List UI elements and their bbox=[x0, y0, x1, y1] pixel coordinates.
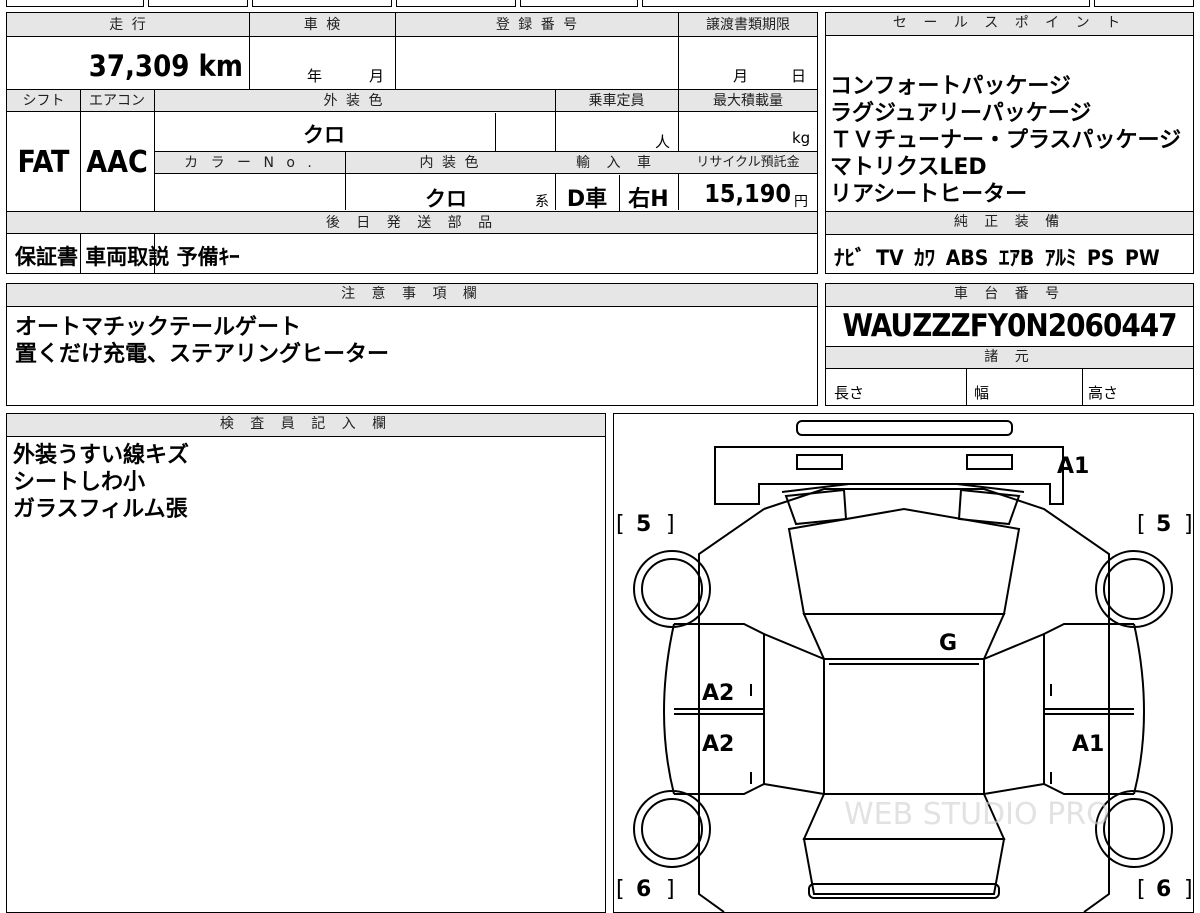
recycle-value: 15,190 bbox=[704, 179, 791, 208]
note-line: オートマチックテールゲート bbox=[15, 315, 302, 340]
notes-panel: 注 意 事 項 欄 オートマチックテールゲート 置くだけ充電、ステアリングヒータ… bbox=[6, 283, 818, 406]
aircon-label: エアコン bbox=[89, 93, 145, 109]
car-diagram: A1 G A2 A2 A1 [ 5 ] [ 5 ] [ 6 ] [ 6 ] WE… bbox=[616, 420, 1193, 912]
width-label: 幅 bbox=[974, 384, 990, 402]
tire-rear-left-value: 6 bbox=[636, 877, 651, 902]
tire-rear-right-value: 6 bbox=[1156, 877, 1171, 902]
inspector-title: 検 査 員 記 入 欄 bbox=[7, 414, 605, 437]
transfer-deadline-label: 譲渡書類期限 bbox=[706, 17, 790, 33]
mark-left-front-door: A2 bbox=[702, 681, 734, 706]
mark-roof: G bbox=[939, 631, 957, 656]
recycle-label: リサイクル預託金 bbox=[696, 155, 800, 170]
inspector-line: シートしわ小 bbox=[13, 470, 146, 495]
genuine-equipment-value: ﾅﾋﾞ TV ｶﾜ ABS ｴｱB ｱﾙﾐ PS PW bbox=[834, 246, 1160, 270]
sales-point-item: マトリクスLED bbox=[830, 155, 987, 180]
interior-color-label: 内 装 色 bbox=[419, 155, 481, 171]
chassis-number: WAUZZZFY0N2060447 bbox=[842, 308, 1177, 344]
exterior-color-label: 外 装 色 bbox=[323, 93, 385, 109]
vehicle-info-table: 走 行 車 検 登 録 番 号 譲渡書類期限 37,309 km 年 月 月 日… bbox=[6, 12, 818, 274]
mark-left-rear-door: A2 bbox=[702, 732, 734, 757]
sales-point-item: ＴＶチューナー・プラスパッケージ bbox=[830, 128, 1182, 153]
inspection-year: 年 bbox=[307, 67, 323, 85]
sales-points-panel: セ ー ル ス ポ イ ン ト コンフォートパッケージ ラグジュアリーパッケージ… bbox=[825, 12, 1194, 212]
length-label: 長さ bbox=[834, 384, 865, 402]
inspector-line: ガラスフィルム張 bbox=[13, 497, 188, 522]
later-parts-label: 後 日 発 送 部 品 bbox=[325, 215, 499, 231]
notes-title: 注 意 事 項 欄 bbox=[7, 284, 817, 307]
car-diagram-panel: A1 G A2 A2 A1 [ 5 ] [ 5 ] [ 6 ] [ 6 ] WE… bbox=[613, 413, 1194, 913]
interior-suffix: 系 bbox=[535, 194, 549, 210]
aircon-value: AAC bbox=[86, 145, 148, 180]
watermark: WEB STUDIO PRO bbox=[844, 797, 1110, 832]
tire-front-right-open: [ bbox=[1137, 512, 1146, 537]
transfer-month: 月 bbox=[733, 67, 749, 85]
max-load-unit: kg bbox=[792, 129, 811, 147]
inspection-label: 車 検 bbox=[303, 17, 343, 33]
tire-front-right-close: ] bbox=[1184, 512, 1193, 537]
genuine-equipment-panel: 純 正 装 備 ﾅﾋﾞ TV ｶﾜ ABS ｴｱB ｱﾙﾐ PS PW bbox=[825, 211, 1194, 274]
mileage-label: 走 行 bbox=[109, 17, 148, 33]
tire-front-left-close: ] bbox=[666, 512, 675, 537]
import-type: D車 bbox=[566, 187, 608, 212]
steering: 右H bbox=[628, 187, 669, 212]
mark-front-right: A1 bbox=[1057, 454, 1089, 479]
shift-label: シフト bbox=[22, 93, 65, 109]
sales-points-title: セ ー ル ス ポ イ ン ト bbox=[826, 13, 1193, 36]
mileage-value: 37,309 km bbox=[88, 49, 243, 83]
recycle-unit: 円 bbox=[794, 194, 808, 210]
tire-front-left-value: 5 bbox=[636, 512, 651, 537]
notes-lines: オートマチックテールゲート 置くだけ充電、ステアリングヒーター bbox=[15, 314, 389, 368]
tire-front-right-value: 5 bbox=[1156, 512, 1171, 537]
tire-rear-right-open: [ bbox=[1137, 877, 1146, 902]
tire-rear-right-close: ] bbox=[1184, 877, 1193, 902]
capacity-unit: 人 bbox=[655, 133, 671, 151]
specs-title: 諸 元 bbox=[826, 347, 1193, 369]
import-label: 輸 入 車 bbox=[576, 155, 657, 171]
inspector-lines: 外装うすい線キズ シートしわ小 ガラスフィルム張 bbox=[13, 442, 189, 523]
transfer-day: 日 bbox=[791, 67, 807, 85]
tire-rear-left-close: ] bbox=[666, 877, 675, 902]
height-label: 高さ bbox=[1088, 384, 1119, 402]
chassis-panel: 車 台 番 号 WAUZZZFY0N2060447 諸 元 長さ 幅 高さ bbox=[825, 283, 1194, 406]
chassis-title: 車 台 番 号 bbox=[826, 284, 1193, 307]
sales-point-item: ラグジュアリーパッケージ bbox=[830, 101, 1092, 126]
sales-point-item: リアシートヒーター bbox=[830, 182, 1028, 207]
shift-value: FAT bbox=[17, 145, 70, 180]
inspection-month: 月 bbox=[369, 67, 385, 85]
note-line: 置くだけ充電、ステアリングヒーター bbox=[15, 342, 390, 367]
genuine-equipment-title: 純 正 装 備 bbox=[826, 212, 1193, 235]
registration-label: 登 録 番 号 bbox=[495, 17, 580, 33]
inspector-panel: 検 査 員 記 入 欄 外装うすい線キズ シートしわ小 ガラスフィルム張 bbox=[6, 413, 606, 913]
max-load-label: 最大積載量 bbox=[713, 93, 783, 109]
later-parts-value: 保証書 車両取説 予備ｷｰ bbox=[15, 245, 240, 269]
inspector-line: 外装うすい線キズ bbox=[13, 443, 190, 468]
interior-color-value: クロ bbox=[425, 187, 467, 211]
top-cutoff-row bbox=[0, 0, 1200, 7]
sales-points-list: コンフォートパッケージ ラグジュアリーパッケージ ＴＶチューナー・プラスパッケー… bbox=[830, 73, 1193, 208]
sales-point-item: コンフォートパッケージ bbox=[830, 74, 1071, 99]
color-no-label: カ ラ ー N o . bbox=[184, 155, 316, 171]
capacity-label: 乗車定員 bbox=[588, 93, 645, 109]
tire-front-left-label: [ bbox=[616, 512, 625, 537]
mark-right-rear-door: A1 bbox=[1072, 732, 1104, 757]
exterior-color-value: クロ bbox=[303, 123, 345, 147]
tire-rear-left-open: [ bbox=[616, 877, 625, 902]
